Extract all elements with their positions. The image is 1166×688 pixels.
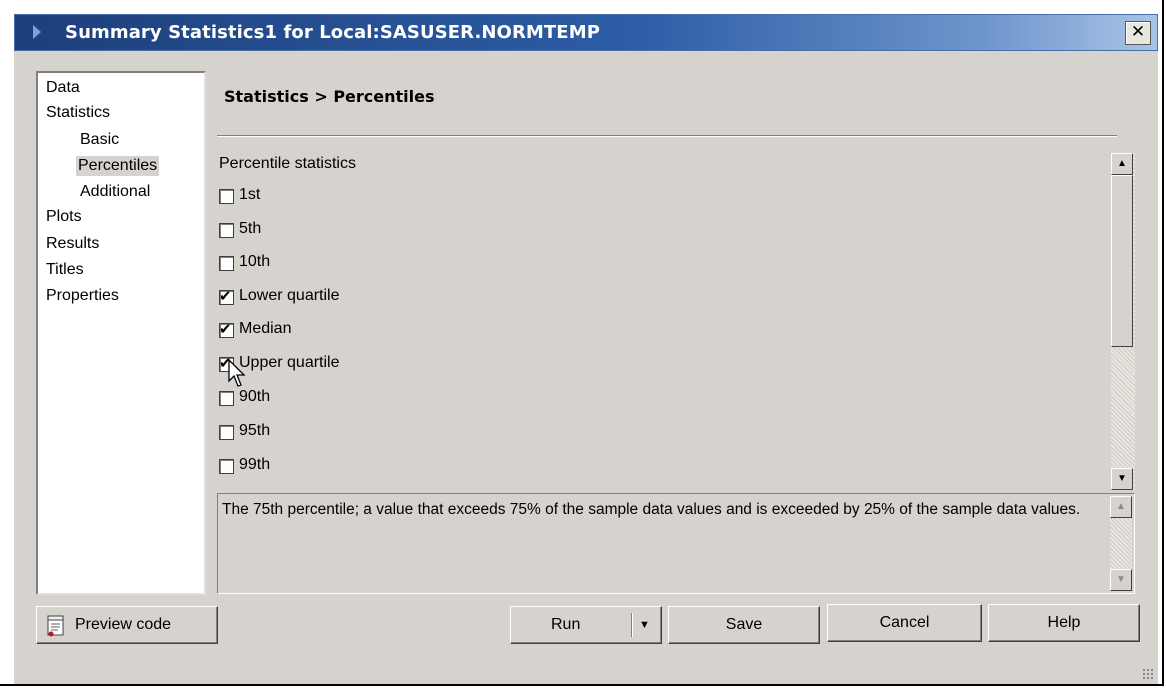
options-scrollbar[interactable]: ▲ ▼ (1111, 153, 1135, 490)
section-title: Statistics > Percentiles (224, 87, 435, 106)
nav-item-basic[interactable]: Basic (78, 130, 121, 150)
nav-item-properties[interactable]: Properties (44, 286, 121, 306)
nav-item-results[interactable]: Results (44, 234, 101, 254)
scroll-thumb[interactable] (1111, 175, 1133, 347)
checkbox-10th[interactable] (219, 256, 234, 271)
nav-item-titles[interactable]: Titles (44, 260, 86, 280)
checkbox-90th[interactable] (219, 391, 234, 406)
description-text: The 75th percentile; a value that exceed… (222, 501, 1081, 518)
checkbox-lower-quartile[interactable]: ✔ (219, 287, 234, 305)
title-arrow-icon (33, 25, 41, 39)
close-button[interactable]: ✕ (1125, 21, 1151, 45)
checkbox-label[interactable]: 90th (239, 388, 270, 406)
description-scroll-up-button[interactable]: ▲ (1110, 496, 1132, 518)
description-scrollbar[interactable]: ▲ ▼ (1110, 496, 1132, 591)
percentile-group-label: Percentile statistics (219, 155, 356, 172)
nav-item-percentiles[interactable]: Percentiles (76, 156, 160, 176)
preview-code-button[interactable]: Preview code (36, 606, 218, 644)
nav-tree: Data Statistics Basic Percentiles Additi… (36, 71, 206, 595)
scroll-down-icon: ▼ (1117, 473, 1127, 484)
nav-item-plots[interactable]: Plots (44, 207, 84, 227)
scroll-up-button[interactable]: ▲ (1111, 153, 1133, 175)
help-label: Help (1047, 614, 1081, 631)
checkbox-median[interactable]: ✔ (219, 320, 234, 338)
checkbox-label[interactable]: 95th (239, 422, 270, 440)
checkbox-label[interactable]: Median (239, 320, 291, 338)
checkbox-label[interactable]: Lower quartile (239, 287, 340, 305)
window-title: Summary Statistics1 for Local:SASUSER.NO… (65, 22, 601, 43)
cancel-label: Cancel (879, 614, 930, 631)
scroll-up-icon: ▲ (1117, 158, 1127, 169)
run-dropdown-icon[interactable]: ▼ (639, 608, 650, 642)
check-icon: ✔ (219, 320, 232, 338)
checkbox-label[interactable]: 1st (239, 186, 260, 204)
mouse-pointer-icon (228, 359, 246, 387)
dialog-window: Summary Statistics1 for Local:SASUSER.NO… (0, 0, 1164, 686)
save-button[interactable]: Save (668, 606, 820, 644)
preview-code-label: Preview code (75, 616, 172, 633)
description-box: The 75th percentile; a value that exceed… (217, 493, 1135, 594)
scroll-down-icon: ▼ (1116, 574, 1126, 585)
checkbox-label[interactable]: Upper quartile (239, 354, 340, 372)
run-label: Run (551, 616, 581, 633)
section-divider (217, 135, 1117, 137)
cancel-button[interactable]: Cancel (827, 604, 982, 642)
dialog-body: Data Statistics Basic Percentiles Additi… (14, 51, 1158, 684)
checkbox-label[interactable]: 5th (239, 220, 261, 238)
nav-item-statistics[interactable]: Statistics (44, 103, 112, 123)
checkbox-label[interactable]: 99th (239, 456, 270, 474)
scroll-down-button[interactable]: ▼ (1111, 468, 1133, 490)
checkbox-99th[interactable] (219, 459, 234, 474)
help-button[interactable]: Help (988, 604, 1140, 642)
title-bar[interactable]: Summary Statistics1 for Local:SASUSER.NO… (14, 14, 1158, 51)
checkbox-95th[interactable] (219, 425, 234, 440)
description-scroll-down-button[interactable]: ▼ (1110, 569, 1132, 591)
checkbox-1st[interactable] (219, 189, 234, 204)
run-button[interactable]: Run ▼ (510, 606, 662, 644)
checkbox-label[interactable]: 10th (239, 253, 270, 271)
save-label: Save (725, 616, 763, 633)
check-icon: ✔ (219, 287, 232, 305)
checkbox-5th[interactable] (219, 223, 234, 238)
nav-item-data[interactable]: Data (44, 78, 82, 98)
run-split-divider (631, 613, 633, 637)
resize-grip-icon[interactable] (1142, 668, 1154, 680)
close-icon: ✕ (1130, 22, 1146, 42)
preview-code-icon (47, 615, 64, 637)
nav-item-additional[interactable]: Additional (78, 182, 152, 202)
scroll-up-icon: ▲ (1116, 501, 1126, 512)
